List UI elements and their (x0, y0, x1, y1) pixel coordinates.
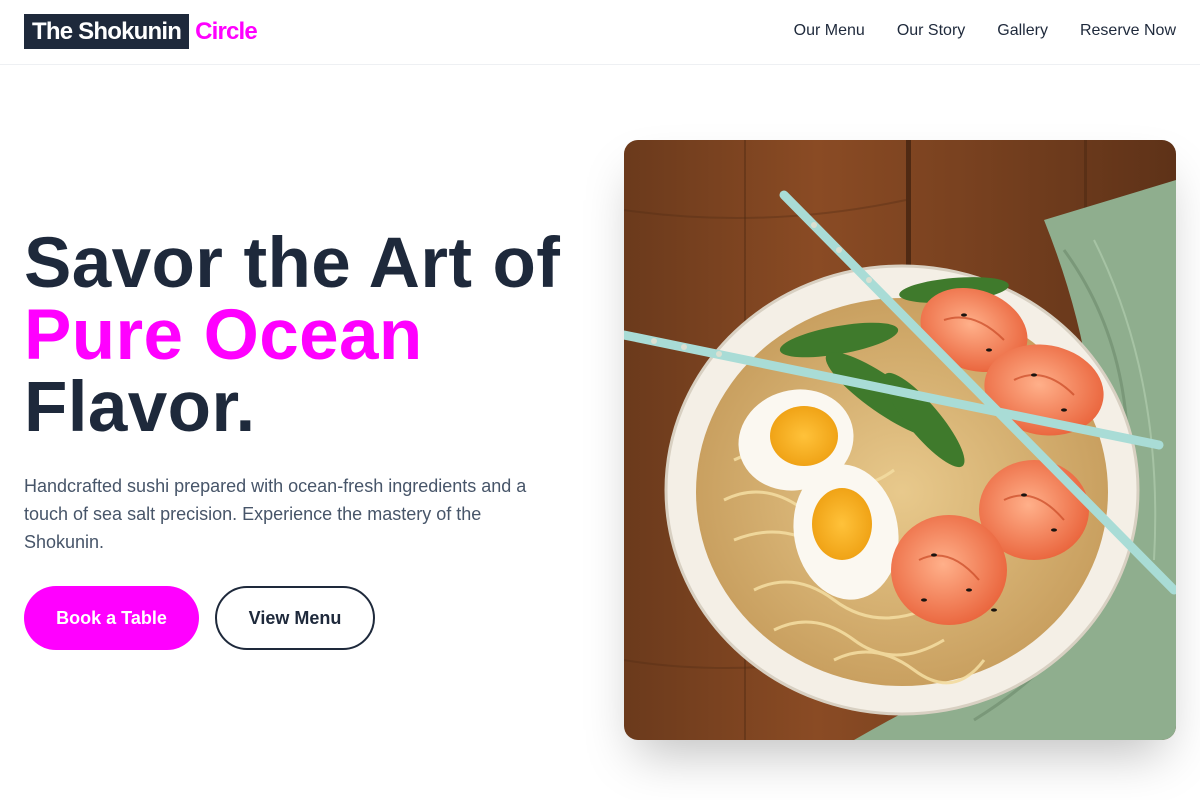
brand-name: The Shokunin (24, 14, 190, 49)
hero-text: Savor the Art of Pure Ocean Flavor. Hand… (24, 228, 604, 556)
book-table-button[interactable]: Book a Table (24, 586, 199, 650)
nav-link-our-story[interactable]: Our Story (897, 21, 965, 41)
view-menu-button[interactable]: View Menu (215, 586, 375, 650)
hero-buttons: Book a Table View Menu (24, 586, 375, 650)
hero-description: Handcrafted sushi prepared with ocean-fr… (24, 476, 527, 552)
brand-logo[interactable]: The Shokunin Circle (24, 14, 258, 49)
main-nav: Our Menu Our Story Gallery Reserve Now (794, 21, 1176, 41)
ramen-bowl-illustration (624, 140, 1176, 740)
nav-link-reserve-now[interactable]: Reserve Now (1080, 21, 1176, 41)
headline-line-2: Pure Ocean (24, 296, 423, 375)
nav-link-our-menu[interactable]: Our Menu (794, 21, 865, 41)
brand-accent: Circle (195, 17, 258, 45)
site-header: The Shokunin Circle Our Menu Our Story G… (0, 0, 1200, 65)
headline-line-3: Flavor. (24, 368, 256, 447)
nav-link-gallery[interactable]: Gallery (997, 21, 1048, 41)
headline-line-1: Savor the Art of (24, 224, 561, 303)
hero-food-image (624, 140, 1176, 740)
hero-headline: Savor the Art of Pure Ocean Flavor. (24, 228, 604, 444)
